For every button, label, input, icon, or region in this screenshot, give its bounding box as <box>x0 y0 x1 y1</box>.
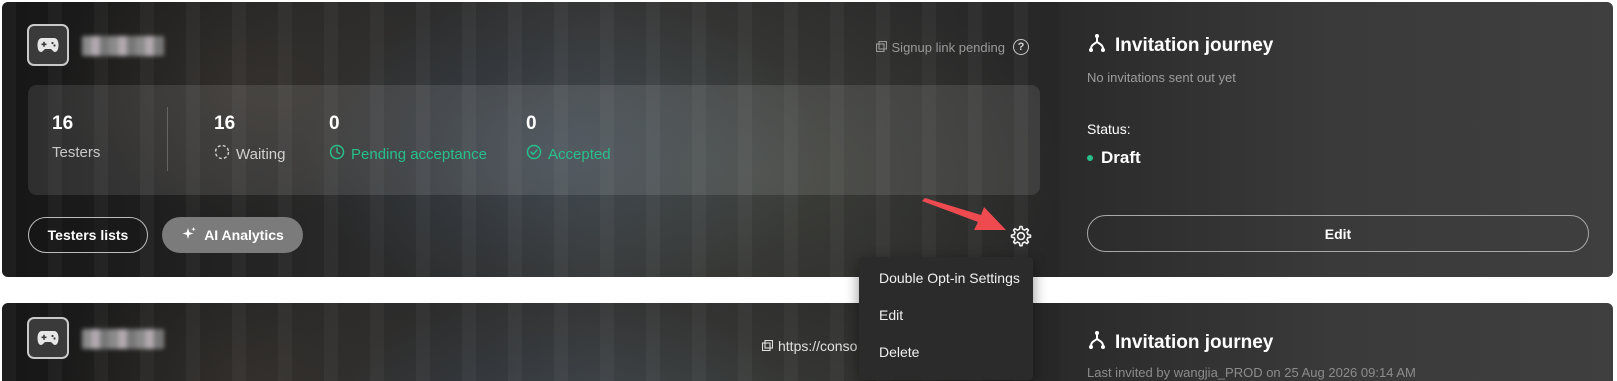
stat-accepted-label: Accepted <box>548 145 611 163</box>
signup-link[interactable]: Signup link pending ? <box>875 39 1029 55</box>
stat-pending-value: 0 <box>329 113 340 134</box>
invitation-journey-panel: Invitation journey Last invited by wangj… <box>1059 303 1613 381</box>
stat-pending-label: Pending acceptance <box>351 145 487 163</box>
copy-icon[interactable] <box>761 338 774 354</box>
journey-title: Invitation journey <box>1087 330 1273 356</box>
app-card-main: Signup link pending ? 16 Testers 16 Wait… <box>2 2 1059 277</box>
check-circle-icon <box>526 144 542 164</box>
stat-testers-label: Testers <box>52 144 101 161</box>
copy-icon[interactable] <box>875 40 887 55</box>
clock-icon <box>329 144 345 164</box>
gamepad-icon <box>27 317 69 359</box>
stat-pending-acceptance: 0 Pending acceptance <box>329 113 487 164</box>
menu-item-double-opt-in-settings[interactable]: Double Opt-in Settings <box>859 260 1033 297</box>
stat-waiting: 16 Waiting <box>214 113 285 164</box>
journey-subtitle: Last invited by wangjia_PROD on 25 Aug 2… <box>1087 365 1416 380</box>
journey-title: Invitation journey <box>1087 33 1273 59</box>
stat-accepted-value: 0 <box>526 113 537 134</box>
ai-analytics-button[interactable]: AI Analytics <box>162 217 303 253</box>
testers-lists-button[interactable]: Testers lists <box>28 217 148 253</box>
stat-waiting-label: Waiting <box>236 145 286 163</box>
annotation-arrow-icon <box>922 198 1006 230</box>
app-name-redacted <box>82 329 164 349</box>
help-icon[interactable]: ? <box>1013 39 1029 55</box>
signup-link-text: Signup link pending <box>891 39 1005 55</box>
stat-testers-value: 16 <box>52 113 74 134</box>
signup-url-text: https://conso <box>778 338 858 354</box>
stat-testers: 16 Testers <box>52 113 100 161</box>
menu-item-delete[interactable]: Delete <box>859 334 1033 371</box>
journey-title-text: Invitation journey <box>1115 35 1274 56</box>
route-icon <box>1087 33 1107 59</box>
gear-icon[interactable] <box>1008 224 1032 248</box>
gamepad-icon <box>27 24 69 66</box>
signup-url[interactable]: https://conso <box>761 338 858 354</box>
status-label: Status: <box>1087 121 1131 137</box>
stat-waiting-value: 16 <box>214 113 236 134</box>
journey-subtitle: No invitations sent out yet <box>1087 70 1236 85</box>
sparkle-icon <box>181 226 197 245</box>
menu-item-edit[interactable]: Edit <box>859 297 1033 334</box>
invitation-journey-panel: Invitation journey No invitations sent o… <box>1059 2 1613 277</box>
app-name-redacted <box>82 36 164 56</box>
dashed-circle-icon <box>214 144 230 164</box>
route-icon <box>1087 330 1107 356</box>
stage: Signup link pending ? 16 Testers 16 Wait… <box>0 0 1617 381</box>
status-value: Draft <box>1087 148 1141 168</box>
app-card: https://conso Invitation journey Last in… <box>2 303 1613 381</box>
status-dot <box>1087 155 1093 161</box>
ai-analytics-label: AI Analytics <box>204 227 284 243</box>
stats-divider <box>167 107 168 171</box>
journey-edit-button[interactable]: Edit <box>1087 215 1589 252</box>
app-card: Signup link pending ? 16 Testers 16 Wait… <box>2 2 1613 277</box>
status-value-text: Draft <box>1101 148 1141 167</box>
settings-context-menu: Double Opt-in Settings Edit Delete <box>859 257 1033 380</box>
stat-accepted: 0 Accepted <box>526 113 611 164</box>
stats-panel: 16 Testers 16 Waiting 0 Pending acceptan… <box>28 85 1040 195</box>
journey-title-text: Invitation journey <box>1115 332 1274 353</box>
